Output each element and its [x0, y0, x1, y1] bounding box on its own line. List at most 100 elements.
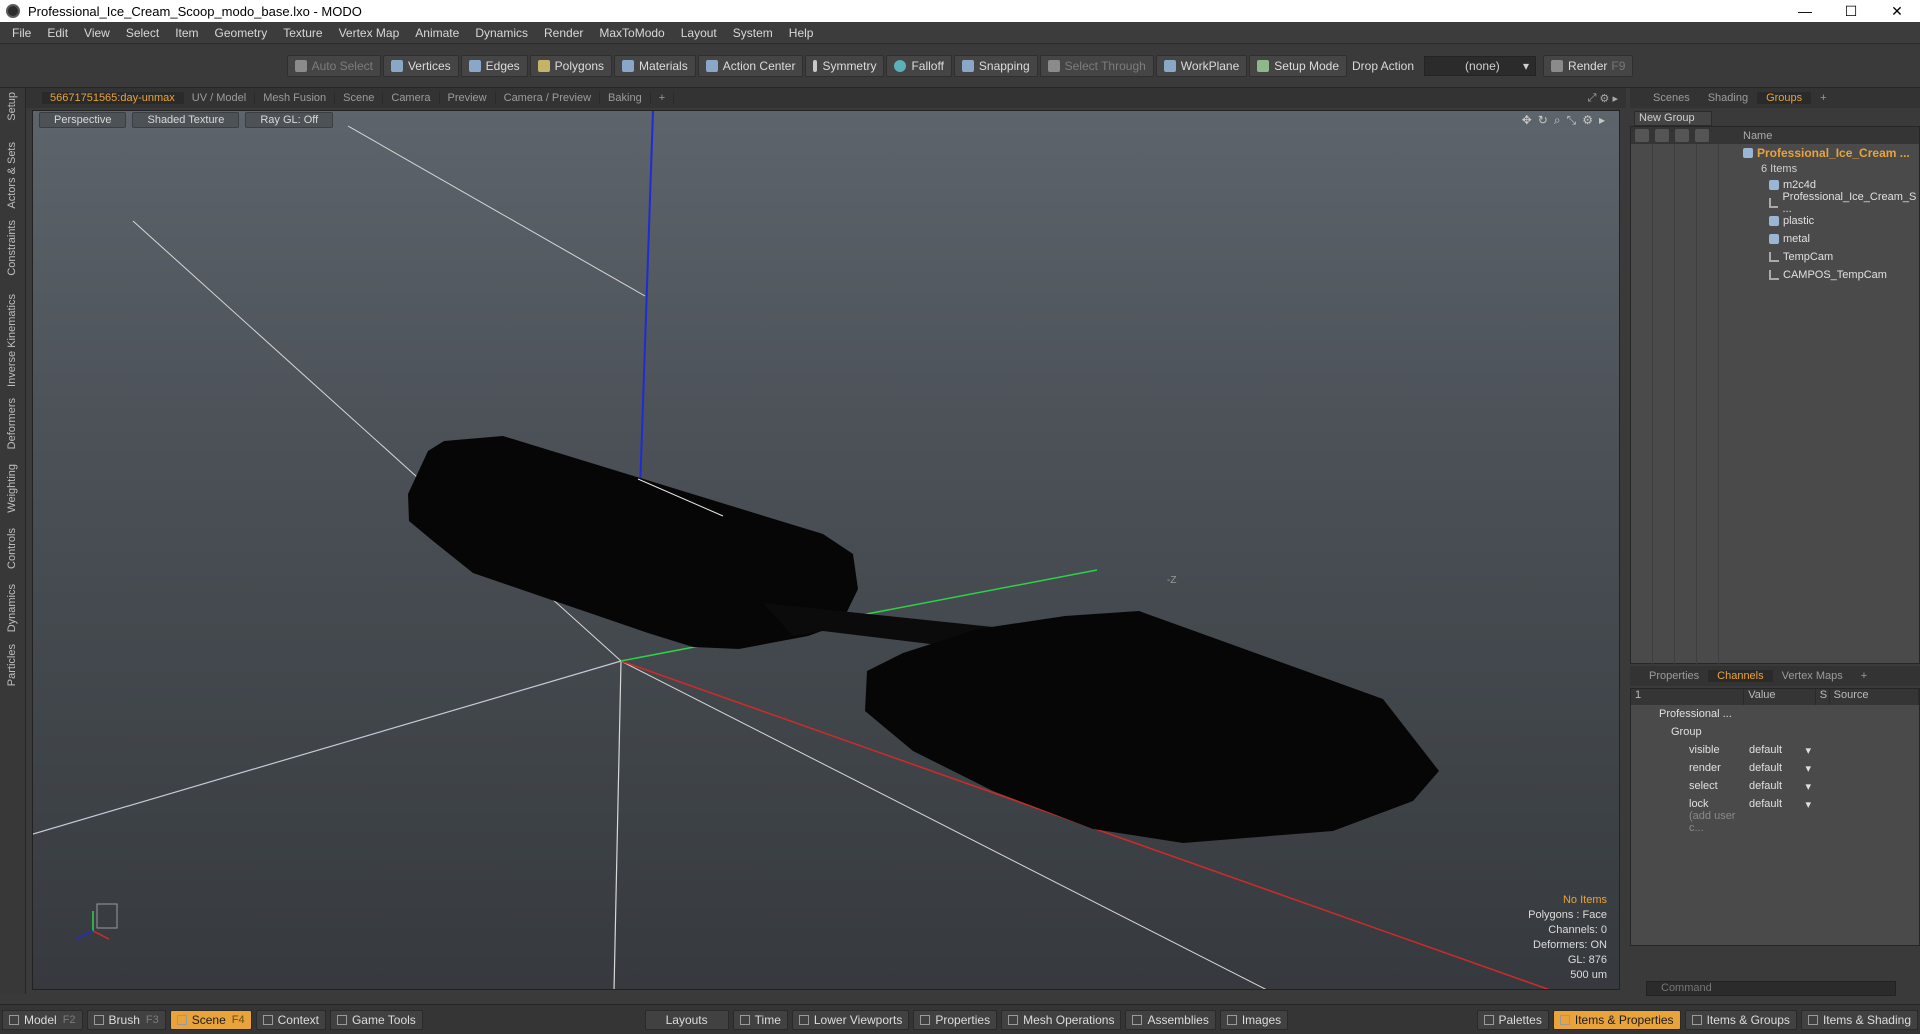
add-tab-button[interactable]: +	[1811, 92, 1835, 104]
layout-context-button[interactable]: Context	[255, 1009, 326, 1030]
menu-edit[interactable]: Edit	[39, 26, 76, 40]
properties-button[interactable]: Properties	[913, 1009, 998, 1030]
lower-viewports-button[interactable]: Lower Viewports	[791, 1009, 910, 1030]
gear-icon[interactable]: ⚙	[1600, 92, 1610, 105]
menu-system[interactable]: System	[725, 26, 781, 40]
tree-item-plastic[interactable]: plastic	[1631, 212, 1919, 230]
polygons-button[interactable]: Polygons	[529, 54, 613, 77]
tab-scenes[interactable]: Scenes	[1644, 92, 1699, 104]
tab-uv-model[interactable]: UV / Model	[184, 92, 256, 104]
channel-item-row[interactable]: Professional ...	[1631, 705, 1919, 723]
menu-vertex-map[interactable]: Vertex Map	[331, 26, 408, 40]
eye-icon[interactable]	[1635, 129, 1649, 142]
menu-file[interactable]: File	[4, 26, 39, 40]
vertices-button[interactable]: Vertices	[382, 54, 459, 77]
channel-group-row[interactable]: Group	[1631, 723, 1919, 741]
shading-button[interactable]: Shaded Texture	[132, 112, 240, 128]
gear-icon[interactable]: ⚙	[1582, 113, 1593, 128]
tab-camera[interactable]: Camera	[383, 92, 440, 104]
edges-button[interactable]: Edges	[460, 54, 528, 77]
layout-game-tools-button[interactable]: Game Tools	[329, 1009, 423, 1030]
side-tab-dynamics[interactable]: Dynamics	[6, 584, 18, 632]
menu-view[interactable]: View	[76, 26, 118, 40]
pan-icon[interactable]: ✥	[1522, 113, 1532, 128]
menu-item[interactable]: Item	[167, 26, 206, 40]
snapping-button[interactable]: Snapping	[953, 54, 1038, 77]
chevron-right-icon[interactable]: ▸	[1599, 113, 1605, 128]
menu-geometry[interactable]: Geometry	[207, 26, 276, 40]
tree-item-metal[interactable]: metal	[1631, 230, 1919, 248]
menu-select[interactable]: Select	[118, 26, 167, 40]
materials-button[interactable]: Materials	[614, 54, 696, 77]
tab-vertex-maps[interactable]: Vertex Maps	[1773, 670, 1852, 682]
perspective-button[interactable]: Perspective	[39, 112, 127, 128]
tab-shading[interactable]: Shading	[1699, 92, 1757, 104]
layout-scene-button[interactable]: Scene F4	[169, 1009, 252, 1030]
items-groups-button[interactable]: Items & Groups	[1684, 1009, 1797, 1030]
tab-preview[interactable]: Preview	[440, 92, 496, 104]
select-through-button[interactable]: Select Through	[1039, 54, 1154, 77]
side-tab-deformers[interactable]: Deformers	[6, 398, 18, 449]
side-tab-inverse-kinematics[interactable]: Inverse Kinematics	[6, 294, 18, 387]
palettes-button[interactable]: Palettes	[1476, 1009, 1549, 1030]
command-input[interactable]	[1646, 980, 1896, 996]
add-user-channel-row[interactable]: (add user c...	[1631, 810, 1919, 834]
side-tab-controls[interactable]: Controls	[6, 528, 18, 569]
channel-row-render[interactable]: render default ▾	[1631, 759, 1919, 777]
tab-day-unmax[interactable]: 56671751565:day-unmax	[42, 92, 184, 104]
tab-channels[interactable]: Channels	[1708, 670, 1773, 682]
tab-properties[interactable]: Properties	[1640, 670, 1708, 682]
symmetry-button[interactable]: Symmetry	[805, 54, 885, 77]
layout-brush-button[interactable]: Brush F3	[86, 1009, 166, 1030]
tab-baking[interactable]: Baking	[600, 92, 651, 104]
rotate-icon[interactable]: ↻	[1538, 113, 1548, 128]
images-button[interactable]: Images	[1219, 1009, 1289, 1030]
mesh-operations-button[interactable]: Mesh Operations	[1001, 1009, 1122, 1030]
falloff-button[interactable]: Falloff	[886, 54, 952, 77]
channel-row-select[interactable]: select default ▾	[1631, 777, 1919, 795]
auto-select-button[interactable]: Auto Select	[286, 54, 381, 77]
tab-camera-preview[interactable]: Camera / Preview	[496, 92, 601, 104]
add-tab-button[interactable]: +	[651, 92, 675, 104]
render-toggle-icon[interactable]	[1655, 129, 1669, 142]
chevron-right-icon[interactable]: ▸	[1612, 92, 1618, 105]
menu-help[interactable]: Help	[781, 26, 822, 40]
minimize-button[interactable]: —	[1782, 0, 1828, 22]
items-shading-button[interactable]: Items & Shading	[1800, 1009, 1918, 1030]
side-tab-weighting[interactable]: Weighting	[6, 464, 18, 513]
tab-scene[interactable]: Scene	[335, 92, 384, 104]
menu-dynamics[interactable]: Dynamics	[467, 26, 536, 40]
menu-maxtomodo[interactable]: MaxToModo	[591, 26, 672, 40]
render-button[interactable]: Render F9	[1543, 54, 1634, 77]
menu-animate[interactable]: Animate	[407, 26, 467, 40]
tree-item-scoop-mesh[interactable]: Professional_Ice_Cream_S ...	[1631, 191, 1919, 215]
maximize-button[interactable]: ☐	[1828, 0, 1874, 22]
layouts-button[interactable]: Layouts	[644, 1009, 729, 1030]
fit-icon[interactable]: ⤡	[1567, 113, 1577, 128]
raygl-button[interactable]: Ray GL: Off	[245, 112, 334, 128]
expand-icon[interactable]: ⤢	[1588, 92, 1597, 105]
menu-layout[interactable]: Layout	[673, 26, 725, 40]
side-tab-actors-sets[interactable]: Actors & Sets	[6, 142, 18, 209]
menu-render[interactable]: Render	[536, 26, 591, 40]
tree-item-tempcam[interactable]: TempCam	[1631, 248, 1919, 266]
tab-mesh-fusion[interactable]: Mesh Fusion	[255, 92, 336, 104]
tree-group-row[interactable]: Professional_Ice_Cream ...	[1631, 144, 1919, 162]
tree-item-campos-tempcam[interactable]: CAMPOS_TempCam	[1631, 266, 1919, 284]
assemblies-button[interactable]: Assemblies	[1125, 1009, 1216, 1030]
layout-model-button[interactable]: Model F2	[2, 1009, 83, 1030]
3d-viewport[interactable]: Perspective Shaded Texture Ray GL: Off ✥…	[32, 110, 1620, 990]
workplane-button[interactable]: WorkPlane	[1155, 54, 1248, 77]
items-properties-button[interactable]: Items & Properties	[1552, 1009, 1681, 1030]
lock-icon[interactable]	[1675, 129, 1689, 142]
action-center-button[interactable]: Action Center	[697, 54, 804, 77]
setup-mode-button[interactable]: Setup Mode	[1249, 54, 1347, 77]
menu-texture[interactable]: Texture	[275, 26, 330, 40]
close-button[interactable]: ✕	[1874, 0, 1920, 22]
select-toggle-icon[interactable]	[1695, 129, 1709, 142]
time-button[interactable]: Time	[732, 1009, 788, 1030]
tab-groups[interactable]: Groups	[1757, 92, 1812, 104]
drop-action-select[interactable]: (none) ▾	[1424, 55, 1537, 76]
side-tab-constraints[interactable]: Constraints	[6, 220, 18, 276]
side-tab-particles[interactable]: Particles	[6, 644, 18, 686]
